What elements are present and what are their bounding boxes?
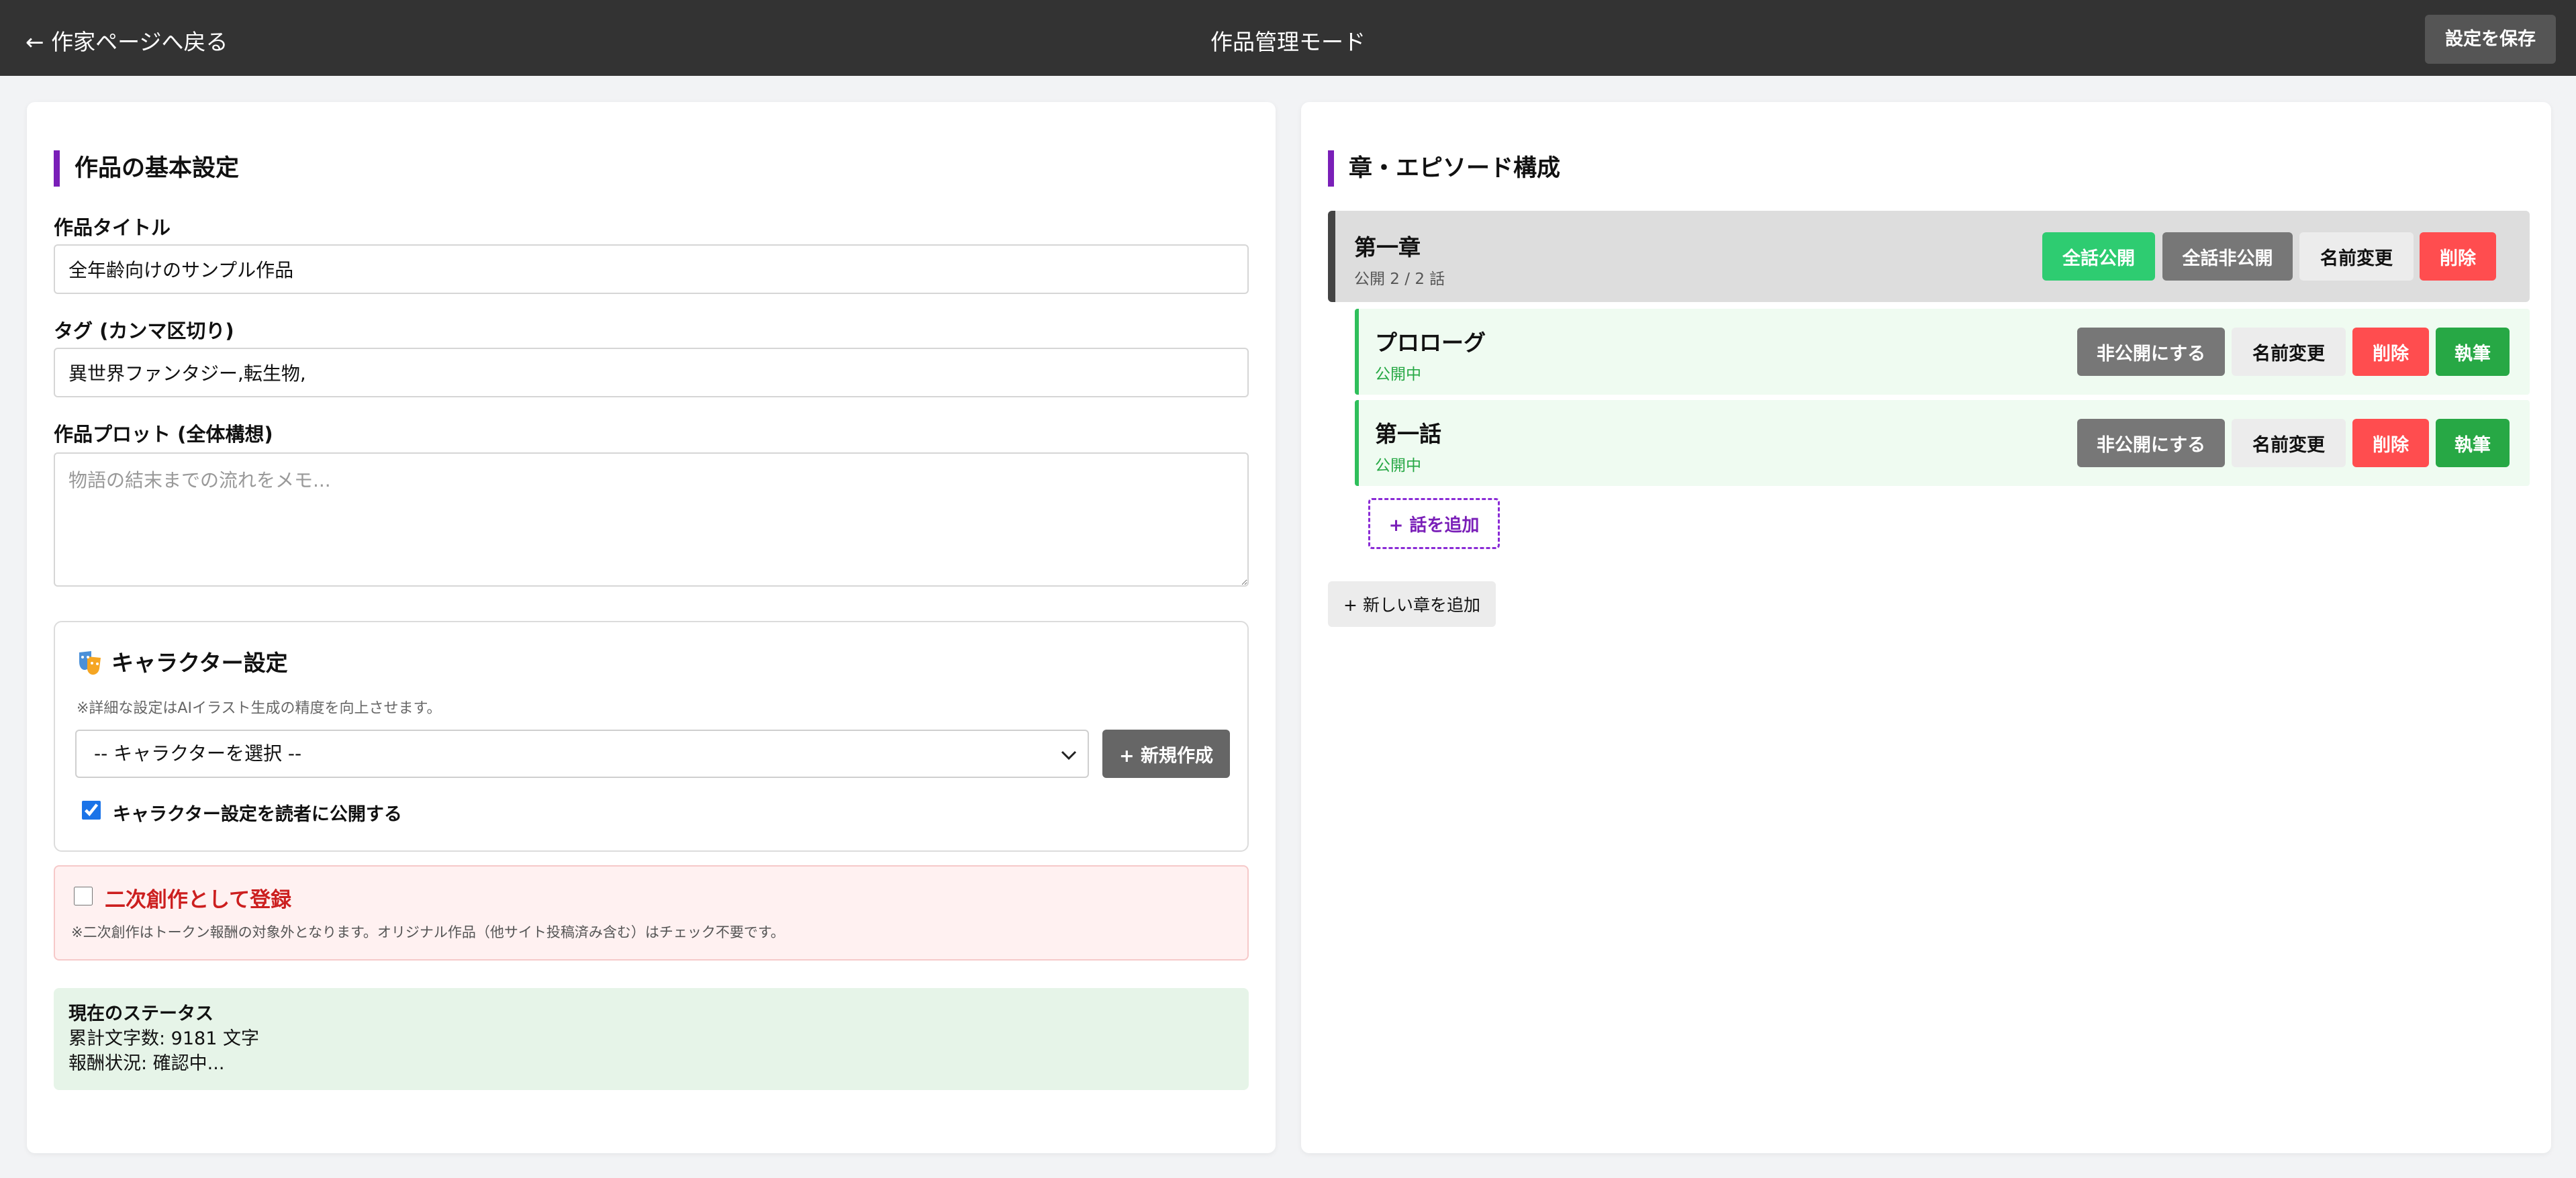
char-count-text: 累計文字数: 9181 文字 [68, 1028, 259, 1049]
episode-status: 公開中 [1375, 457, 1421, 475]
character-settings-title: キャラクター設定 [111, 650, 288, 676]
chapter-publish-count: 公開 2 / 2 話 [1354, 271, 1445, 288]
save-settings-button[interactable]: 設定を保存 [2425, 15, 2556, 64]
character-note: ※詳細な設定はAIイラスト生成の精度を向上させます。 [77, 700, 442, 717]
character-settings-heading: キャラクター設定 [77, 645, 288, 677]
episode-write-button[interactable]: 執筆 [2436, 328, 2510, 376]
new-character-button[interactable]: + 新規作成 [1102, 730, 1230, 778]
work-title-label: 作品タイトル [54, 216, 171, 239]
episode-write-button[interactable]: 執筆 [2436, 419, 2510, 467]
tags-input[interactable] [54, 348, 1249, 397]
chapter-structure-panel: 章・エピソード構成 第一章 公開 2 / 2 話 全話公開 全話非公開 名前変更… [1301, 102, 2551, 1153]
add-chapter-button[interactable]: + 新しい章を追加 [1328, 581, 1496, 627]
add-episode-button[interactable]: + 話を追加 [1368, 498, 1500, 549]
top-bar: ← 作家ページへ戻る 作品管理モード 設定を保存 [0, 0, 2576, 76]
character-select-value: -- キャラクターを選択 -- [94, 742, 302, 765]
episode-delete-button[interactable]: 削除 [2352, 328, 2429, 376]
chapter-structure-heading: 章・エピソード構成 [1328, 150, 1560, 187]
episode-unpublish-button[interactable]: 非公開にする [2077, 419, 2225, 467]
derivative-work-checkbox[interactable] [74, 887, 93, 905]
episode-rename-button[interactable]: 名前変更 [2232, 419, 2346, 467]
derivative-work-label: 二次創作として登録 [105, 888, 292, 912]
unpublish-all-button[interactable]: 全話非公開 [2162, 232, 2293, 281]
page-title: 作品管理モード [1210, 29, 1366, 55]
episode-rename-button[interactable]: 名前変更 [2232, 328, 2346, 376]
publish-character-checkbox[interactable] [82, 801, 101, 820]
work-title-input[interactable] [54, 244, 1249, 294]
basic-settings-heading: 作品の基本設定 [54, 150, 239, 187]
publish-character-label: キャラクター設定を読者に公開する [113, 804, 402, 825]
chevron-down-icon [1061, 750, 1077, 760]
status-title: 現在のステータス [68, 1003, 213, 1024]
plot-textarea[interactable] [54, 452, 1249, 587]
episode-row: 第一話 公開中 非公開にする 名前変更 削除 執筆 [1355, 400, 2530, 486]
chapter-row: 第一章 公開 2 / 2 話 全話公開 全話非公開 名前変更 削除 [1328, 211, 2530, 302]
derivative-work-box: 二次創作として登録 ※二次創作はトークン報酬の対象外となります。オリジナル作品（… [54, 865, 1249, 961]
episode-name: プロローグ [1375, 330, 1486, 356]
episode-name: 第一話 [1375, 421, 1441, 447]
basic-settings-panel: 作品の基本設定 作品タイトル タグ (カンマ区切り) 作品プロット (全体構想)… [27, 102, 1276, 1153]
character-settings-box: キャラクター設定 ※詳細な設定はAIイラスト生成の精度を向上させます。 -- キ… [54, 621, 1249, 852]
current-status-box: 現在のステータス 累計文字数: 9181 文字 報酬状況: 確認中... [54, 988, 1249, 1090]
chapter-delete-button[interactable]: 削除 [2420, 232, 2496, 281]
publish-all-button[interactable]: 全話公開 [2042, 232, 2155, 281]
reward-status-text: 報酬状況: 確認中... [68, 1053, 225, 1074]
episode-row: プロローグ 公開中 非公開にする 名前変更 削除 執筆 [1355, 309, 2530, 395]
theater-masks-icon [79, 651, 101, 675]
chapter-rename-button[interactable]: 名前変更 [2299, 232, 2414, 281]
episode-status: 公開中 [1375, 366, 1421, 383]
tags-label: タグ (カンマ区切り) [54, 320, 234, 342]
episode-delete-button[interactable]: 削除 [2352, 419, 2429, 467]
character-select[interactable]: -- キャラクターを選択 -- [75, 730, 1089, 778]
chapter-name: 第一章 [1354, 234, 1421, 260]
derivative-work-note: ※二次創作はトークン報酬の対象外となります。オリジナル作品（他サイト投稿済み含む… [71, 924, 785, 940]
episode-unpublish-button[interactable]: 非公開にする [2077, 328, 2225, 376]
plot-label: 作品プロット (全体構想) [54, 423, 273, 446]
